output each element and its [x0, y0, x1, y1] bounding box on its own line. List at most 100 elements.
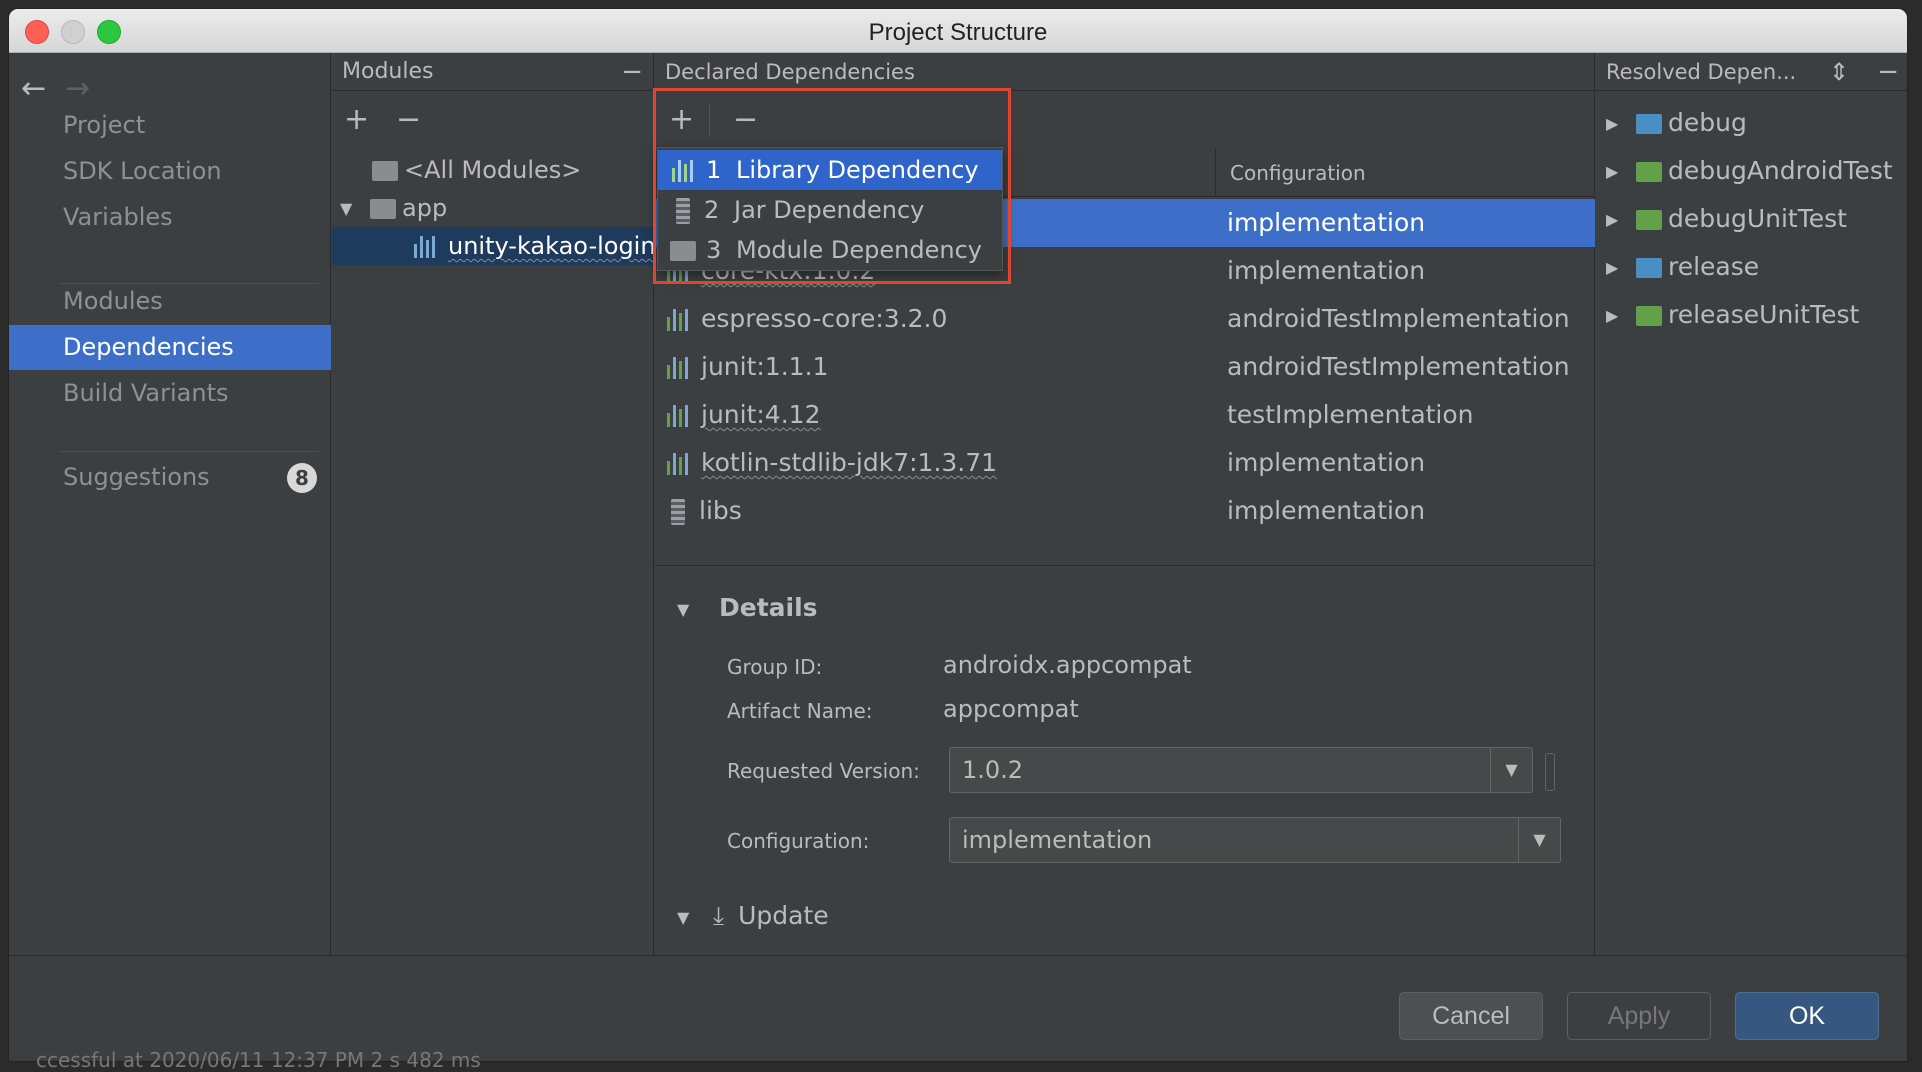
- dependency-configuration: androidTestImplementation: [1227, 304, 1570, 333]
- collapse-resolved-button[interactable]: −: [1877, 53, 1899, 91]
- nav-item-build-variants[interactable]: Build Variants: [9, 371, 331, 416]
- dependency-configuration: implementation: [1227, 496, 1426, 525]
- nav-item-variables[interactable]: Variables: [9, 195, 331, 240]
- modules-panel: Modules − + − <All Modules> ▼ app unity-k…: [332, 53, 656, 955]
- window-title: Project Structure: [868, 19, 1048, 46]
- tree-item-app[interactable]: ▼ app: [340, 189, 447, 227]
- ok-button[interactable]: OK: [1735, 992, 1879, 1040]
- dependency-name: espresso-core:3.2.0: [701, 304, 948, 333]
- expand-triangle-icon[interactable]: ▶: [1606, 296, 1636, 336]
- details-section[interactable]: ▼ Details: [677, 593, 818, 622]
- resolved-header-label: Resolved Depen...: [1606, 60, 1797, 84]
- tree-item-label: <All Modules>: [404, 156, 582, 184]
- dependency-row[interactable]: junit:4.12 testImplementation: [655, 391, 1595, 439]
- dependency-row[interactable]: espresso-core:3.2.0 androidTestImplement…: [655, 295, 1595, 343]
- dropdown-arrow-icon[interactable]: ▼: [1518, 818, 1560, 862]
- resolved-item-releaseunittest[interactable]: ▶ releaseUnitTest: [1606, 295, 1859, 335]
- expand-triangle-icon[interactable]: ▶: [1606, 248, 1636, 288]
- background-status-text: ccessful at 2020/06/11 12:37 PM 2 s 482 …: [36, 1048, 481, 1072]
- collapse-modules-button[interactable]: −: [621, 53, 643, 91]
- dependency-configuration: implementation: [1227, 256, 1426, 285]
- resolved-item-debugandroidtest[interactable]: ▶ debugAndroidTest: [1606, 151, 1893, 191]
- nav-item-project[interactable]: Project: [9, 103, 331, 148]
- download-icon: ⤓: [713, 901, 725, 930]
- library-icon: [665, 309, 691, 331]
- nav-item-sdk-location[interactable]: SDK Location: [9, 149, 331, 194]
- forward-arrow-icon[interactable]: →: [65, 71, 90, 106]
- nav-sidebar: ← → Project SDK Location Variables Modul…: [9, 53, 331, 955]
- highlight-annotation-box: [653, 88, 1011, 284]
- tree-item-label: unity-kakao-login: [448, 232, 656, 260]
- add-module-button[interactable]: +: [344, 105, 369, 135]
- resolved-header: Resolved Depen... ⇕ −: [1596, 53, 1907, 91]
- nav-item-suggestions[interactable]: Suggestions 8: [9, 455, 331, 500]
- dependency-configuration: implementation: [1227, 448, 1426, 477]
- artifact-name-value: appcompat: [943, 695, 1079, 723]
- dropdown-arrow-icon[interactable]: ▼: [1490, 748, 1532, 792]
- folder-icon: [1636, 210, 1662, 230]
- expand-triangle-icon[interactable]: ▶: [1606, 152, 1636, 192]
- update-label: Update: [738, 901, 829, 930]
- apply-button[interactable]: Apply: [1567, 992, 1711, 1040]
- folder-icon: [1636, 258, 1662, 278]
- folder-icon: [1636, 162, 1662, 182]
- column-header-configuration[interactable]: Configuration: [1215, 149, 1595, 197]
- dependency-name-wrap: kotlin-stdlib-jdk7:1.3.71: [665, 439, 997, 487]
- dependency-row[interactable]: junit:1.1.1 androidTestImplementation: [655, 343, 1595, 391]
- resolved-item-debugunittest[interactable]: ▶ debugUnitTest: [1606, 199, 1847, 239]
- dependency-name: kotlin-stdlib-jdk7:1.3.71: [701, 448, 998, 477]
- library-icon: [665, 357, 691, 379]
- nav-item-modules[interactable]: Modules: [9, 279, 331, 324]
- resolved-item-label: release: [1668, 252, 1760, 281]
- resolved-dependencies-panel: Resolved Depen... ⇕ − ▶ debug ▶ debugAndro…: [1596, 53, 1907, 955]
- remove-module-button[interactable]: −: [396, 105, 421, 135]
- nav-divider: [59, 451, 319, 452]
- dependency-name: libs: [699, 496, 742, 525]
- dependency-row[interactable]: kotlin-stdlib-jdk7:1.3.71 implementation: [655, 439, 1595, 487]
- configuration-combo[interactable]: implementation ▼: [949, 817, 1561, 863]
- group-id-label: Group ID:: [727, 655, 823, 679]
- resolved-item-label: debugAndroidTest: [1668, 156, 1893, 185]
- tree-item-all-modules[interactable]: <All Modules>: [372, 151, 581, 189]
- tree-item-unity-kakao-login[interactable]: unity-kakao-login: [412, 227, 656, 265]
- expand-triangle-icon[interactable]: ▼: [340, 190, 370, 228]
- collapse-triangle-icon[interactable]: ▼: [677, 600, 707, 619]
- dependency-name-wrap: libs: [665, 487, 742, 535]
- declared-dependencies-header: Declared Dependencies: [655, 53, 1594, 91]
- collapse-all-icon[interactable]: ⇕: [1829, 53, 1849, 91]
- expand-triangle-icon[interactable]: ▶: [1606, 104, 1636, 144]
- module-library-icon: [412, 236, 438, 258]
- dependency-name-wrap: junit:1.1.1: [665, 343, 828, 391]
- dependency-row[interactable]: libs implementation: [655, 487, 1595, 535]
- dependency-name-wrap: junit:4.12: [665, 391, 820, 439]
- back-arrow-icon[interactable]: ←: [21, 71, 46, 106]
- requested-version-value: 1.0.2: [962, 756, 1024, 784]
- details-title: Details: [719, 593, 818, 622]
- dependency-name: junit:4.12: [701, 400, 821, 429]
- requested-version-label: Requested Version:: [727, 759, 920, 783]
- details-divider: [655, 565, 1595, 566]
- dependency-configuration: implementation: [1227, 208, 1426, 237]
- dialog-button-bar: Cancel Apply OK: [9, 955, 1907, 1061]
- folder-icon: [1636, 114, 1662, 134]
- cancel-button[interactable]: Cancel: [1399, 992, 1543, 1040]
- nav-item-dependencies[interactable]: Dependencies: [9, 325, 331, 370]
- resolved-item-release[interactable]: ▶ release: [1606, 247, 1759, 287]
- collapse-triangle-icon[interactable]: ▼: [677, 908, 707, 927]
- artifact-name-label: Artifact Name:: [727, 699, 873, 723]
- configuration-value: implementation: [962, 826, 1153, 854]
- dependency-configuration: androidTestImplementation: [1227, 352, 1570, 381]
- library-icon: [665, 405, 691, 427]
- module-folder-icon: [370, 199, 396, 219]
- expand-triangle-icon[interactable]: ▶: [1606, 200, 1636, 240]
- dependency-name: junit:1.1.1: [701, 352, 829, 381]
- update-section[interactable]: ▼ ⤓ Update: [677, 901, 829, 931]
- version-side-button[interactable]: [1545, 753, 1555, 791]
- suggestions-count-badge: 8: [287, 463, 317, 493]
- tree-item-label: app: [402, 194, 448, 222]
- requested-version-combo[interactable]: 1.0.2 ▼: [949, 747, 1533, 793]
- nav-item-suggestions-label: Suggestions: [63, 463, 210, 491]
- modules-folder-icon: [372, 161, 398, 181]
- modules-header: Modules −: [332, 53, 653, 91]
- resolved-item-debug[interactable]: ▶ debug: [1606, 103, 1747, 143]
